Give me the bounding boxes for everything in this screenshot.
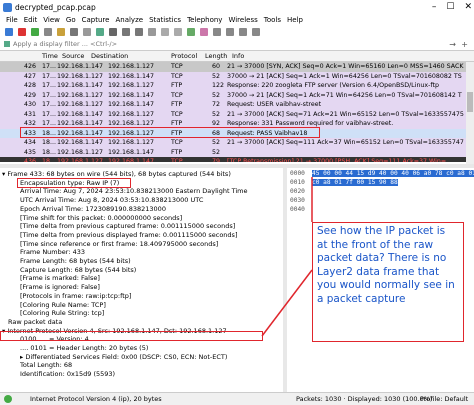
annotation-arrows — [261, 177, 313, 337]
annotation-callout: See how the IP packet is at the front of… — [312, 222, 464, 342]
packet-counts: Packets: 1030 · Displayed: 1030 (100.0%) — [296, 395, 433, 403]
ready-status-icon — [4, 395, 12, 403]
selected-field-info: Internet Protocol Version 4 (ip), 20 byt… — [30, 395, 162, 403]
status-bar: Internet Protocol Version 4 (ip), 20 byt… — [0, 392, 474, 405]
profile-label[interactable]: Profile: Default — [420, 395, 468, 403]
